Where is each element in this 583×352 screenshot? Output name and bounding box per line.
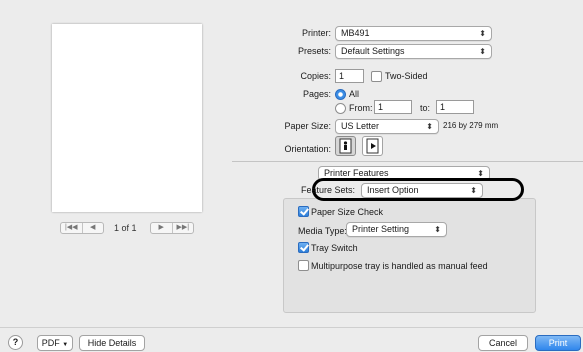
printer-label: Printer: <box>301 28 331 38</box>
tray-switch-label: Tray Switch <box>311 243 358 253</box>
pages-from-input[interactable]: 1 <box>374 100 412 114</box>
page-preview <box>52 24 202 212</box>
paper-size-value: US Letter <box>341 121 380 131</box>
landscape-button[interactable] <box>362 136 383 156</box>
chevron-updown-icon: ⬍ <box>470 186 477 195</box>
multipurpose-checkbox[interactable] <box>298 260 309 271</box>
pdf-button[interactable]: PDF ▼ <box>37 335 73 351</box>
pdf-label: PDF <box>41 338 60 348</box>
media-type-label: Media Type: <box>298 226 347 236</box>
help-button[interactable]: ? <box>8 335 23 350</box>
presets-label: Presets: <box>297 46 331 56</box>
section-value: Printer Features <box>324 168 389 178</box>
pages-from-label: From: <box>349 103 373 113</box>
paper-size-select[interactable]: US Letter ⬍ <box>335 119 439 134</box>
preview-nav-forward: ▶ ▶▶| <box>150 222 194 234</box>
print-dialog: |◀◀ ◀ 1 of 1 ▶ ▶▶| Printer: MB491 ⬍ Pres… <box>0 0 583 352</box>
chevron-updown-icon: ⬍ <box>479 29 486 38</box>
tray-switch-checkbox[interactable] <box>298 242 309 253</box>
separator <box>232 161 583 162</box>
chevron-down-icon: ▼ <box>62 342 69 348</box>
pages-to-label: to: <box>420 103 431 113</box>
media-type-select[interactable]: Printer Setting ⬍ <box>346 222 447 237</box>
presets-select[interactable]: Default Settings ⬍ <box>335 44 492 59</box>
hide-details-button[interactable]: Hide Details <box>79 335 145 351</box>
last-page-icon[interactable]: ▶▶| <box>173 223 194 233</box>
multipurpose-label: Multipurpose tray is handled as manual f… <box>311 261 488 271</box>
pages-label: Pages: <box>302 89 331 99</box>
two-sided-checkbox[interactable] <box>371 71 382 82</box>
cancel-button[interactable]: Cancel <box>478 335 528 351</box>
feature-sets-label: Feature Sets: <box>300 185 355 195</box>
paper-size-check-checkbox[interactable] <box>298 206 309 217</box>
chevron-updown-icon: ⬍ <box>479 47 486 56</box>
paper-size-label: Paper Size: <box>284 121 331 131</box>
help-icon: ? <box>12 337 19 347</box>
orientation-label: Orientation: <box>284 144 331 154</box>
pages-from-radio[interactable] <box>335 103 346 114</box>
pages-all-radio[interactable] <box>335 89 346 100</box>
paper-dimensions: 216 by 279 mm <box>443 121 499 130</box>
preview-nav-back: |◀◀ ◀ <box>60 222 104 234</box>
chevron-updown-icon: ⬍ <box>426 122 433 131</box>
copies-input[interactable]: 1 <box>335 69 364 83</box>
next-page-icon[interactable]: ▶ <box>151 223 173 233</box>
pages-all-label: All <box>349 89 360 99</box>
page-indicator: 1 of 1 <box>114 223 137 233</box>
printer-value: MB491 <box>341 28 370 38</box>
feature-sets-value: Insert Option <box>367 185 419 195</box>
pages-to-input[interactable]: 1 <box>436 100 474 114</box>
portrait-button[interactable] <box>335 136 356 156</box>
chevron-updown-icon: ⬍ <box>434 225 441 234</box>
paper-size-check-label: Paper Size Check <box>311 207 384 217</box>
copies-label: Copies: <box>300 71 331 81</box>
portrait-icon <box>339 138 352 154</box>
two-sided-label: Two-Sided <box>385 71 428 81</box>
prev-page-icon[interactable]: ◀ <box>83 223 104 233</box>
media-type-value: Printer Setting <box>352 224 410 234</box>
print-button[interactable]: Print <box>535 335 581 351</box>
footer-divider <box>0 327 583 328</box>
printer-select[interactable]: MB491 ⬍ <box>335 26 492 41</box>
presets-value: Default Settings <box>341 46 405 56</box>
landscape-icon <box>366 138 379 154</box>
first-page-icon[interactable]: |◀◀ <box>61 223 83 233</box>
feature-sets-select[interactable]: Insert Option ⬍ <box>361 183 483 198</box>
